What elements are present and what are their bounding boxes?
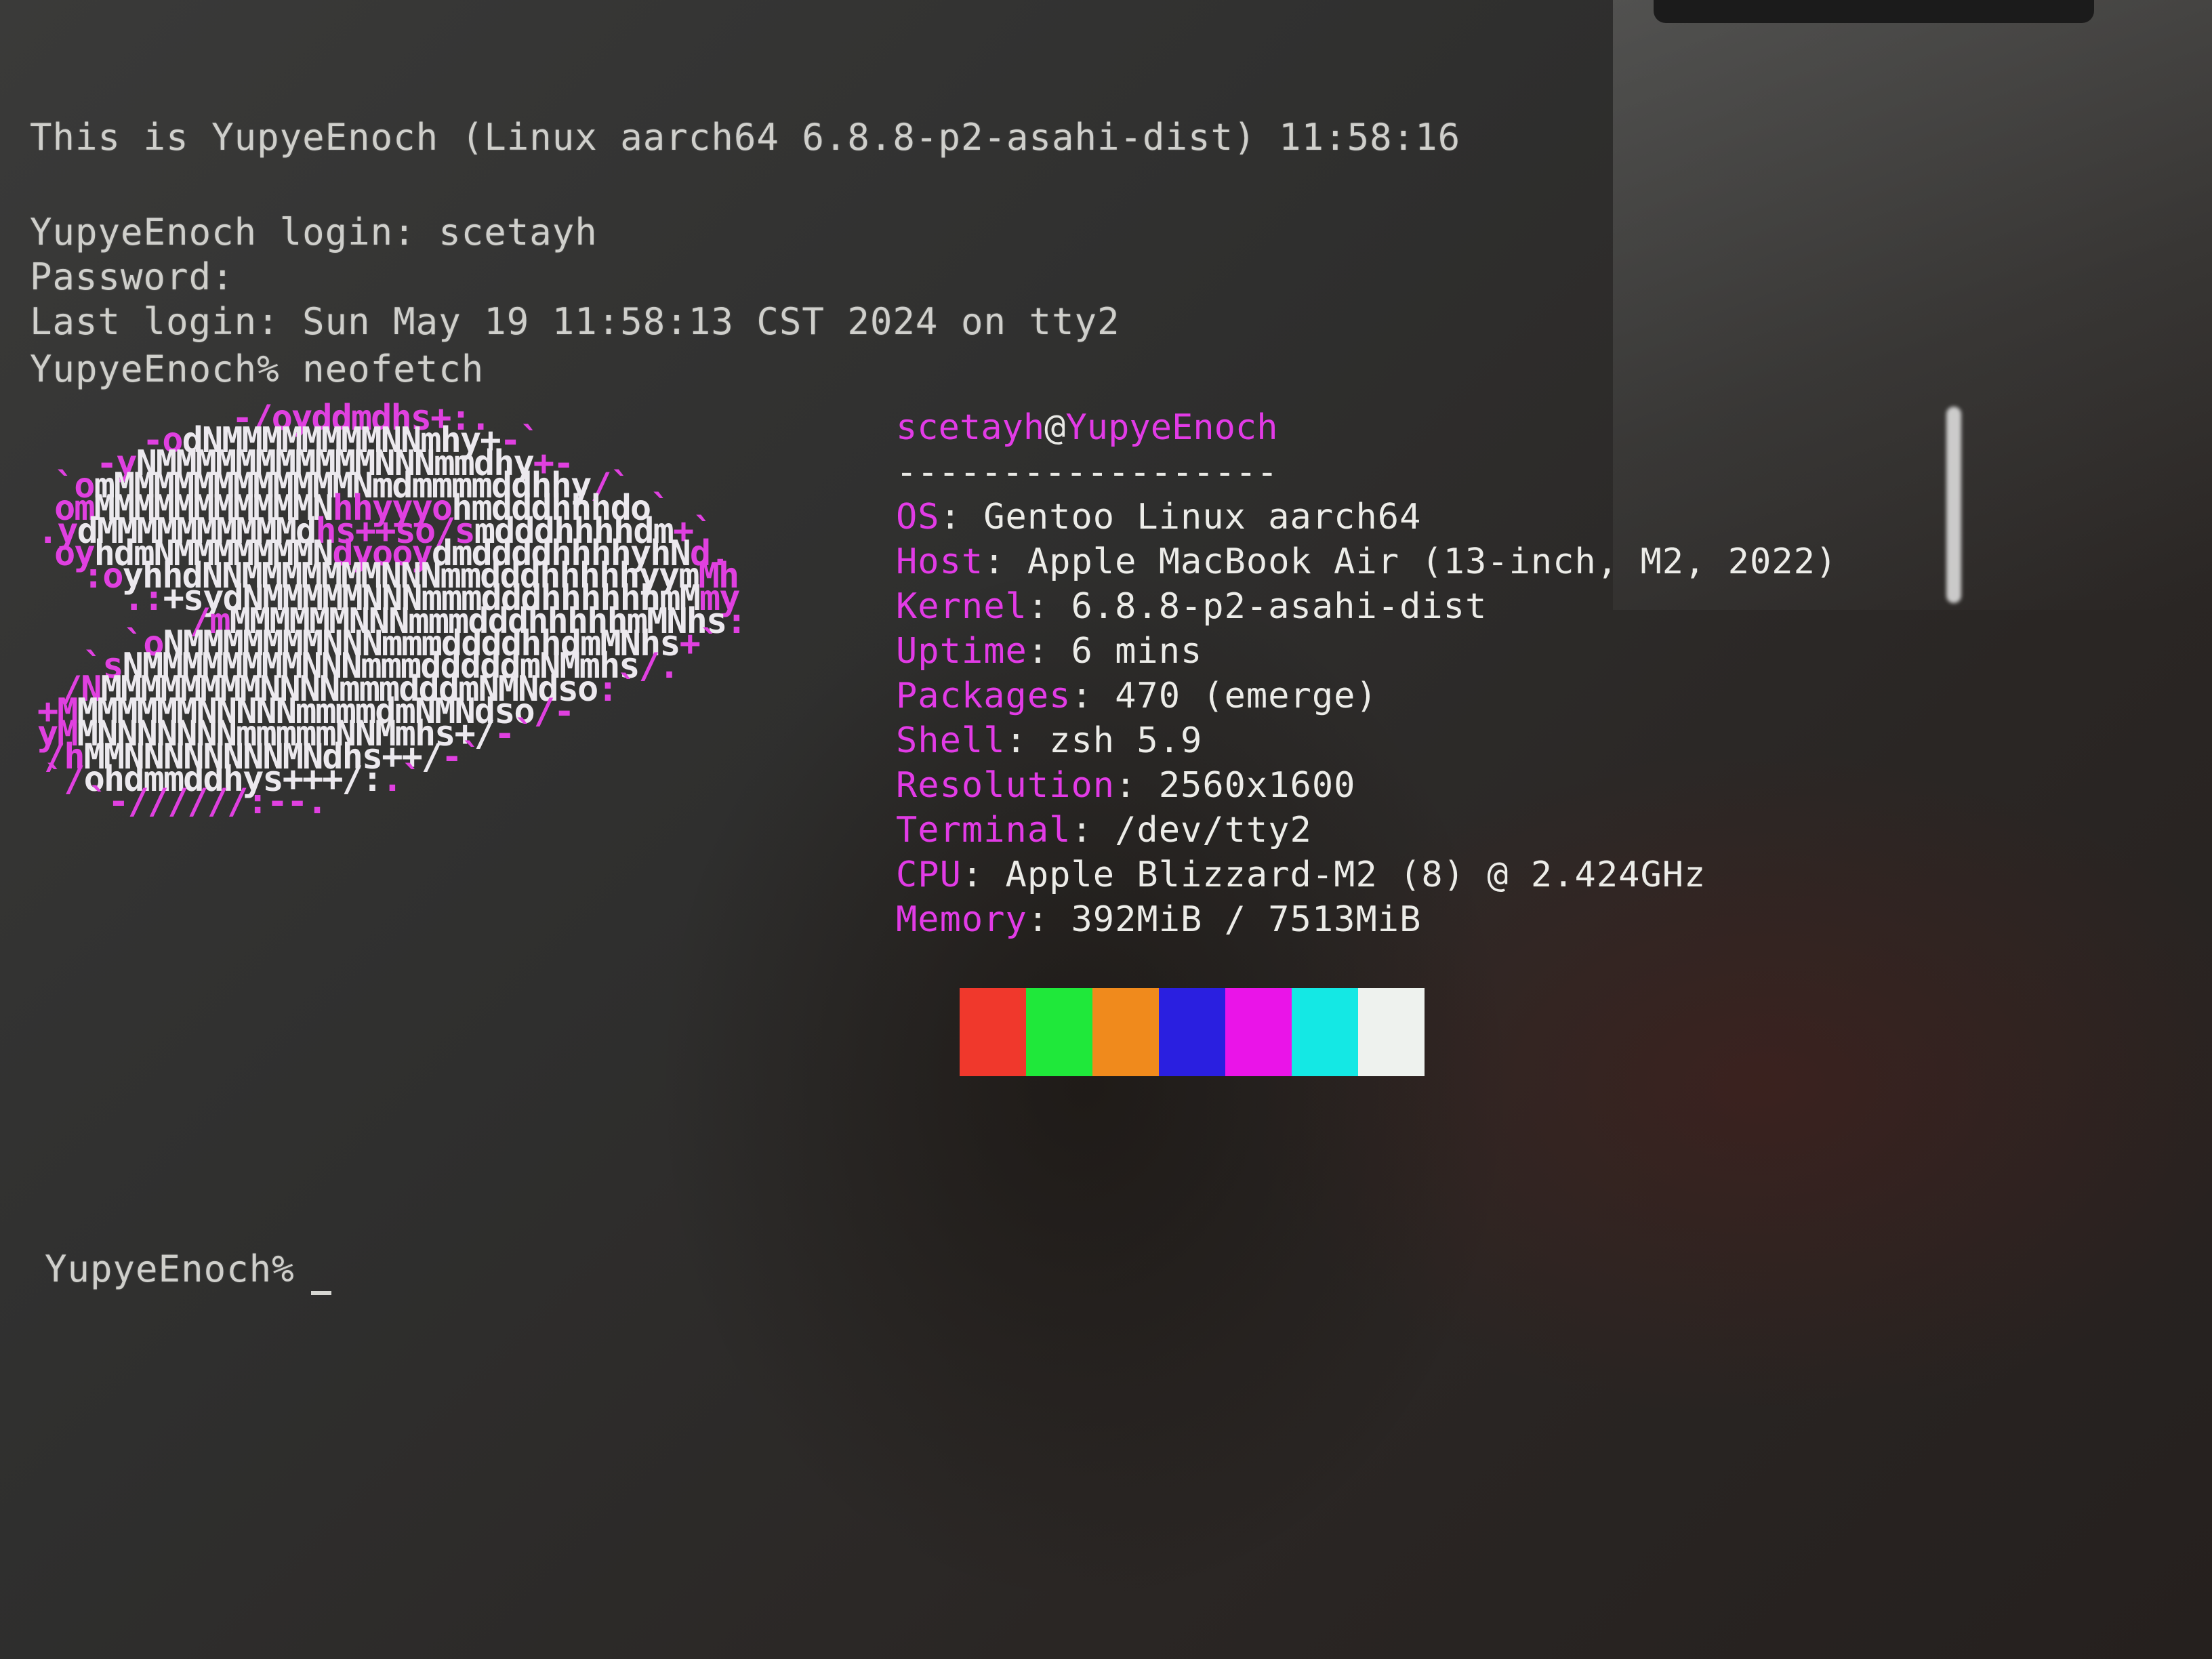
info-value: Apple Blizzard-M2 (8) @ 2.424GHz (1005, 855, 1706, 895)
title-divider: ------------------ (896, 452, 1278, 493)
logo-segment: : (726, 600, 747, 642)
shell-prompt: YupyeEnoch% (30, 348, 280, 390)
info-host: Host: Apple MacBook Air (13-inch, M2, 20… (896, 541, 1838, 582)
info-value: 392MiB / 7513MiB (1071, 899, 1422, 940)
logo-segment: /- (533, 691, 575, 732)
boot-banner: This is YupyeEnoch (Linux aarch64 6.8.8-… (30, 116, 1461, 159)
login-line: YupyeEnoch login: scetayh (30, 211, 598, 253)
info-os: OS: Gentoo Linux aarch64 (896, 497, 1422, 537)
info-resolution: Resolution: 2560x1600 (896, 765, 1356, 806)
info-key: Host (896, 541, 984, 582)
info-packages: Packages: 470 (emerge) (896, 676, 1378, 716)
info-value: Gentoo Linux aarch64 (983, 497, 1422, 537)
text-cursor (310, 1291, 331, 1295)
color-swatch (1292, 988, 1358, 1076)
logo-segment: :` (597, 668, 638, 710)
info-value: zsh 5.9 (1049, 720, 1203, 761)
color-palette (960, 988, 1425, 1076)
info-key: Terminal (896, 810, 1071, 851)
final-prompt-line[interactable]: YupyeEnoch% (45, 1247, 331, 1295)
info-value: 6 mins (1071, 631, 1203, 672)
info-key: Packages (896, 676, 1071, 716)
info-memory: Memory: 392MiB / 7513MiB (896, 899, 1422, 940)
info-key: OS (896, 497, 940, 537)
info-value: 2560x1600 (1158, 765, 1356, 806)
notch-reflection (1654, 0, 2094, 23)
info-key: Memory (896, 899, 1027, 940)
info-value: 6.8.8-p2-asahi-dist (1071, 586, 1488, 627)
host-name: YupyeEnoch (1065, 407, 1278, 448)
logo-segment: .` (382, 758, 423, 800)
info-uptime: Uptime: 6 mins (896, 631, 1203, 672)
terminal-screen[interactable]: This is YupyeEnoch (Linux aarch64 6.8.8-… (0, 0, 2212, 1659)
info-key: Shell (896, 720, 1006, 761)
user-name: scetayh (896, 407, 1045, 448)
command-line: YupyeEnoch% neofetch (30, 347, 484, 392)
logo-segment: /. (638, 646, 680, 687)
logo-segment: +` (679, 623, 721, 664)
at-sign: @ (1044, 407, 1066, 448)
info-key: Resolution (896, 765, 1115, 806)
info-value: Apple MacBook Air (13-inch, M2, 2022) (1027, 541, 1838, 582)
color-swatch (1026, 988, 1092, 1076)
logo-segment: `/ (44, 758, 85, 800)
logo-line: `-//////:--. (88, 779, 328, 824)
info-shell: Shell: zsh 5.9 (896, 720, 1203, 761)
logo-segment: -` (494, 714, 535, 755)
info-terminal: Terminal: /dev/tty2 (896, 810, 1312, 851)
info-cpu: CPU: Apple Blizzard-M2 (8) @ 2.424GHz (896, 855, 1706, 895)
logo-segment: .: (123, 578, 165, 619)
logo-segment: :o (83, 556, 124, 597)
logo-segment: -` (441, 736, 483, 777)
glare-reflection (1613, 0, 2212, 610)
logo-segment: `-//////:--. (88, 781, 328, 823)
info-key: CPU (896, 855, 962, 895)
color-swatch (1092, 988, 1159, 1076)
user-host-title: scetayh@YupyeEnoch (896, 405, 1278, 450)
shell-prompt: YupyeEnoch% (45, 1248, 295, 1290)
color-swatch (1159, 988, 1225, 1076)
info-key: Kernel (896, 586, 1027, 627)
color-swatch (960, 988, 1026, 1076)
color-swatch (1358, 988, 1425, 1076)
last-login-line: Last login: Sun May 19 11:58:13 CST 2024… (30, 300, 1120, 343)
info-value: /dev/tty2 (1115, 810, 1312, 851)
info-kernel: Kernel: 6.8.8-p2-asahi-dist (896, 586, 1488, 627)
color-swatch (1225, 988, 1292, 1076)
info-key: Uptime (896, 631, 1027, 672)
command-text: neofetch (302, 348, 485, 390)
password-line: Password: (30, 255, 234, 298)
light-reflection (1946, 407, 1961, 603)
info-value: 470 (emerge) (1115, 676, 1378, 716)
